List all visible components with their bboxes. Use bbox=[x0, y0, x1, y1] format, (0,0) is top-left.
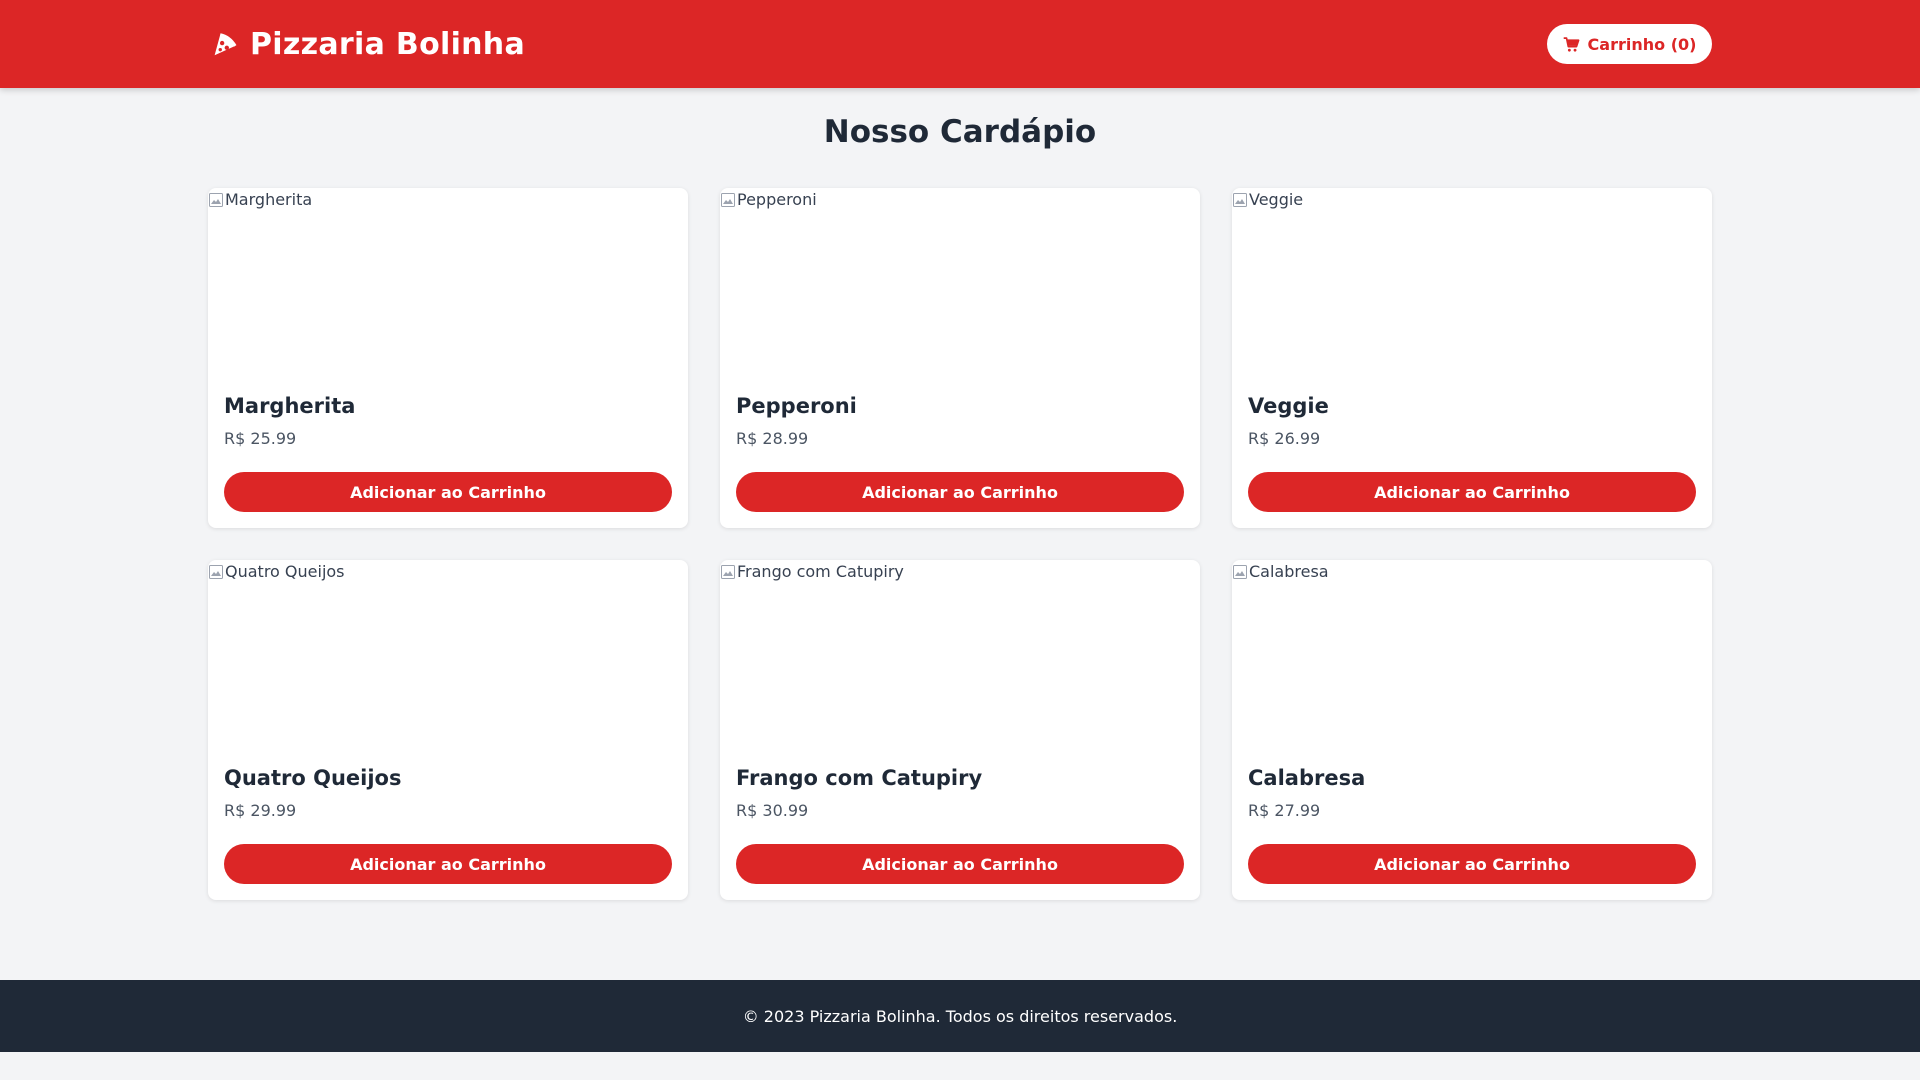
pizza-name: Margherita bbox=[224, 394, 356, 418]
pizza-name: Veggie bbox=[1248, 394, 1329, 418]
broken-image-icon bbox=[1232, 192, 1248, 208]
pizza-image-alt: Calabresa bbox=[1249, 562, 1329, 581]
pizza-image: Pepperoni bbox=[720, 188, 1200, 380]
pizza-name: Quatro Queijos bbox=[224, 766, 402, 790]
pizza-card: Margherita Margherita R$ 25.99 Adicionar… bbox=[208, 188, 688, 528]
pizza-price: R$ 29.99 bbox=[224, 801, 297, 820]
pizza-image: Calabresa bbox=[1232, 560, 1712, 752]
add-to-cart-button[interactable]: Adicionar ao Carrinho bbox=[1248, 472, 1696, 512]
broken-image-icon bbox=[208, 192, 224, 208]
add-to-cart-button[interactable]: Adicionar ao Carrinho bbox=[224, 844, 672, 884]
pizza-price: R$ 26.99 bbox=[1248, 429, 1321, 448]
add-to-cart-button[interactable]: Adicionar ao Carrinho bbox=[224, 472, 672, 512]
add-to-cart-button[interactable]: Adicionar ao Carrinho bbox=[1248, 844, 1696, 884]
pizza-image: Frango com Catupiry bbox=[720, 560, 1200, 752]
pizza-image-alt: Margherita bbox=[225, 190, 313, 209]
pizza-price: R$ 25.99 bbox=[224, 429, 297, 448]
pizza-image: Quatro Queijos bbox=[208, 560, 688, 752]
broken-image-icon bbox=[720, 564, 736, 580]
pizza-card: Veggie Veggie R$ 26.99 Adicionar ao Carr… bbox=[1232, 188, 1712, 528]
pizza-card: Pepperoni Pepperoni R$ 28.99 Adicionar a… bbox=[720, 188, 1200, 528]
footer-copyright: © 2023 Pizzaria Bolinha. Todos os direit… bbox=[742, 1006, 1178, 1026]
pizza-slice-icon bbox=[208, 28, 240, 60]
broken-image-icon bbox=[1232, 564, 1248, 580]
pizza-image: Veggie bbox=[1232, 188, 1712, 380]
brand[interactable]: Pizzaria Bolinha bbox=[208, 24, 525, 64]
pizza-name: Pepperoni bbox=[736, 394, 857, 418]
pizza-price: R$ 30.99 bbox=[736, 801, 809, 820]
pizza-name: Calabresa bbox=[1248, 766, 1366, 790]
pizza-card: Calabresa Calabresa R$ 27.99 Adicionar a… bbox=[1232, 560, 1712, 900]
pizza-price: R$ 28.99 bbox=[736, 429, 809, 448]
site-footer: © 2023 Pizzaria Bolinha. Todos os direit… bbox=[0, 980, 1920, 1052]
pizza-price: R$ 27.99 bbox=[1248, 801, 1321, 820]
pizza-card: Frango com Catupiry Frango com Catupiry … bbox=[720, 560, 1200, 900]
menu-grid: Margherita Margherita R$ 25.99 Adicionar… bbox=[208, 188, 1712, 900]
pizza-image-alt: Pepperoni bbox=[737, 190, 817, 209]
broken-image-icon bbox=[208, 564, 224, 580]
broken-image-icon bbox=[720, 192, 736, 208]
pizza-image-alt: Veggie bbox=[1249, 190, 1304, 209]
page-title: Nosso Cardápio bbox=[823, 114, 1097, 150]
pizza-card: Quatro Queijos Quatro Queijos R$ 29.99 A… bbox=[208, 560, 688, 900]
brand-name: Pizzaria Bolinha bbox=[250, 26, 526, 62]
cart-button-label: Carrinho (0) bbox=[1587, 34, 1697, 54]
add-to-cart-button[interactable]: Adicionar ao Carrinho bbox=[736, 472, 1184, 512]
cart-button[interactable]: Carrinho (0) bbox=[1547, 24, 1712, 64]
pizza-name: Frango com Catupiry bbox=[736, 766, 983, 790]
pizza-image: Margherita bbox=[208, 188, 688, 380]
add-to-cart-button[interactable]: Adicionar ao Carrinho bbox=[736, 844, 1184, 884]
shopping-cart-icon bbox=[1563, 36, 1580, 53]
pizza-image-alt: Quatro Queijos bbox=[225, 562, 345, 581]
site-header: Pizzaria Bolinha Carrinho (0) bbox=[0, 0, 1920, 88]
pizza-image-alt: Frango com Catupiry bbox=[737, 562, 904, 581]
